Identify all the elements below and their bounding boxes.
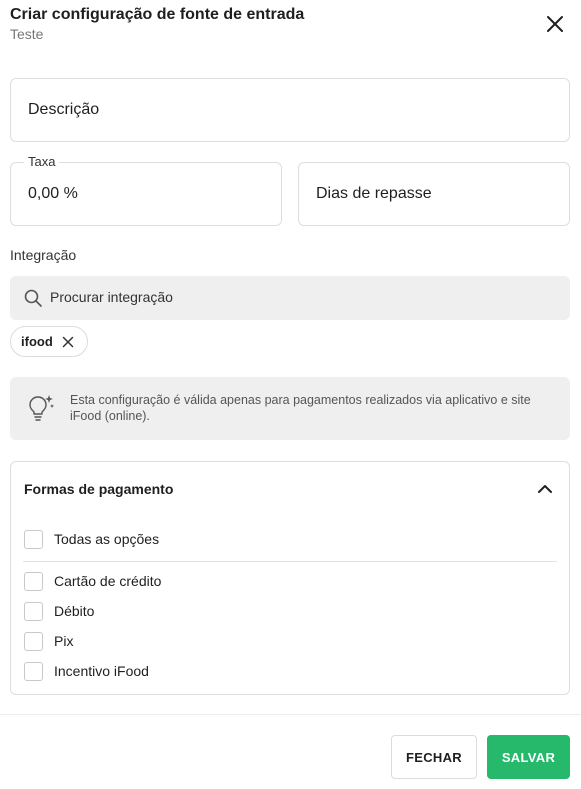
checkbox-label: Débito (54, 603, 95, 619)
close-icon (547, 16, 563, 32)
checkbox-todas-opcoes[interactable]: Todas as opções (24, 529, 159, 549)
dias-repasse-field[interactable]: Dias de repasse (298, 162, 570, 226)
checkbox-box[interactable] (24, 601, 43, 621)
integracao-label: Integração (10, 247, 77, 263)
chip-label: ifood (21, 334, 53, 349)
salvar-button[interactable]: SALVAR (487, 735, 570, 779)
taxa-label: Taxa (24, 154, 60, 169)
dialog-subtitle: Teste (10, 26, 44, 42)
integracao-search-input[interactable]: Procurar integração (10, 276, 570, 320)
checkbox-pix[interactable]: Pix (24, 631, 73, 651)
checkbox-cartao-credito[interactable]: Cartão de crédito (24, 571, 161, 591)
payment-methods-title: Formas de pagamento (24, 481, 174, 497)
checkbox-box[interactable] (24, 571, 43, 591)
dialog-header: Criar configuração de fonte de entrada T… (10, 6, 571, 46)
checkbox-incentivo-ifood[interactable]: Incentivo iFood (24, 661, 149, 681)
search-placeholder: Procurar integração (50, 289, 173, 305)
checkbox-box[interactable] (24, 661, 43, 681)
taxa-value: 0,00 % (28, 185, 78, 202)
dias-repasse-placeholder: Dias de repasse (316, 185, 432, 202)
info-banner: Esta configuração é válida apenas para p… (10, 377, 570, 440)
integration-chip-ifood[interactable]: ifood (10, 326, 88, 357)
dialog-title: Criar configuração de fonte de entrada (10, 6, 305, 23)
payment-methods-toggle[interactable]: Formas de pagamento (11, 462, 569, 514)
checkbox-label: Incentivo iFood (54, 663, 149, 679)
checkbox-debito[interactable]: Débito (24, 601, 94, 621)
fechar-button[interactable]: FECHAR (391, 735, 477, 779)
checkbox-label: Todas as opções (54, 531, 160, 547)
divider (23, 561, 557, 562)
taxa-field[interactable]: Taxa 0,00 % (10, 154, 282, 226)
descricao-placeholder: Descrição (28, 101, 100, 118)
checkbox-box[interactable] (24, 529, 43, 549)
checkbox-box[interactable] (24, 631, 43, 651)
close-icon[interactable] (61, 335, 75, 349)
info-text: Esta configuração é válida apenas para p… (70, 393, 531, 423)
close-button[interactable] (543, 12, 567, 36)
checkbox-label: Cartão de crédito (54, 573, 162, 589)
checkbox-label: Pix (54, 633, 74, 649)
lightbulb-sparkle-icon (29, 395, 54, 421)
chevron-up-icon[interactable] (535, 479, 555, 499)
footer-divider (0, 714, 581, 715)
descricao-field[interactable]: Descrição (10, 78, 570, 142)
search-icon (24, 289, 42, 307)
payment-methods-panel: Formas de pagamento Todas as opções Cart… (10, 461, 570, 695)
